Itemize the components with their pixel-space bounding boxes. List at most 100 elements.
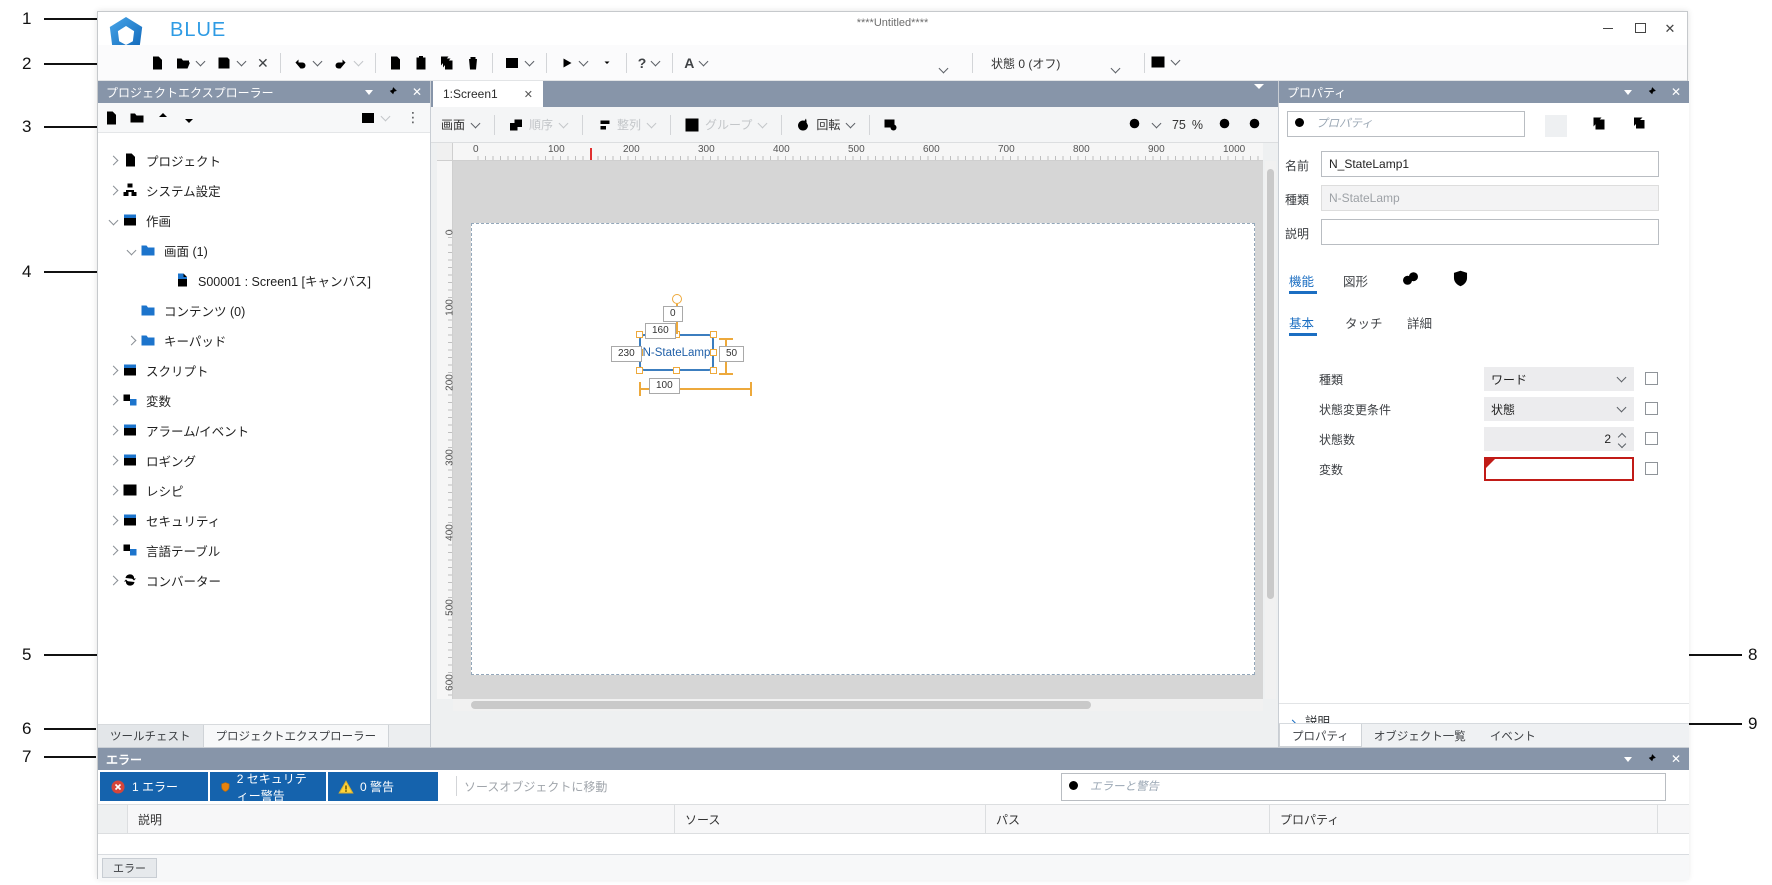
description-field[interactable] [1321, 219, 1659, 245]
run-button[interactable] [558, 55, 589, 71]
open-button[interactable] [175, 55, 206, 71]
pin-icon[interactable] [1645, 86, 1657, 98]
property-search[interactable] [1287, 111, 1525, 137]
language-combo[interactable] [938, 59, 949, 77]
detail-list-button[interactable] [1545, 115, 1567, 137]
resize-handle[interactable] [710, 349, 717, 356]
subtab-detail[interactable]: 詳細 [1407, 313, 1432, 332]
tree-item-system-settings[interactable]: システム設定 [98, 175, 430, 205]
tree-item-screen1[interactable]: S00001 : Screen1 [キャンバス] [98, 265, 430, 295]
tree-item-drawing[interactable]: 作画 [98, 205, 430, 235]
chevron-right-icon[interactable] [104, 155, 122, 165]
close-project-button[interactable]: ✕ [257, 56, 269, 70]
state-count-checkbox[interactable] [1645, 432, 1658, 445]
horizontal-scrollbar[interactable] [453, 699, 1263, 711]
pin-icon[interactable] [1645, 753, 1657, 765]
download-button[interactable] [599, 55, 615, 71]
panel-menu-icon[interactable] [364, 89, 373, 95]
resize-handle[interactable] [636, 367, 643, 374]
resize-handle[interactable] [710, 367, 717, 374]
maximize-button[interactable] [1629, 18, 1651, 38]
state-selector-dropdown[interactable] [1110, 59, 1121, 77]
column-property[interactable]: プロパティ [1270, 805, 1658, 833]
chevron-right-icon[interactable] [104, 425, 122, 435]
tab-project-explorer[interactable]: プロジェクトエクスプローラー [203, 725, 390, 747]
tab-shape[interactable]: 図形 [1343, 271, 1368, 290]
tree-item-variables[interactable]: 変数 [98, 385, 430, 415]
find-in-screen-button[interactable] [883, 117, 899, 133]
error-status-tab[interactable]: エラー [102, 858, 157, 878]
tree-item-security[interactable]: セキュリティ [98, 505, 430, 535]
chevron-down-icon[interactable] [1170, 55, 1181, 66]
copy-properties-button[interactable] [1591, 115, 1607, 131]
type-select[interactable]: ワード [1484, 367, 1634, 391]
error-search[interactable] [1061, 773, 1666, 801]
tab-link[interactable] [1401, 269, 1420, 288]
panel-menu-icon[interactable] [1623, 756, 1632, 762]
panel-close-icon[interactable]: ✕ [1671, 86, 1681, 98]
rotate-button[interactable]: 回転 [795, 116, 856, 133]
tree-item-alarm-event[interactable]: アラーム/イベント [98, 415, 430, 445]
chevron-down-icon[interactable] [195, 56, 206, 66]
save-button[interactable] [216, 55, 247, 71]
subtab-touch[interactable]: タッチ [1345, 313, 1383, 332]
state-change-select[interactable]: 状態 [1484, 397, 1634, 421]
tab-function[interactable]: 機能 [1289, 271, 1314, 290]
state-count-stepper[interactable]: 2 [1484, 427, 1634, 451]
tab-object-list[interactable]: オブジェクト一覧 [1362, 724, 1478, 747]
tab-properties[interactable]: プロパティ [1279, 724, 1362, 747]
tab-toolchest[interactable]: ツールチェスト [98, 725, 204, 747]
state-selector[interactable]: 状態 0 (オフ) [991, 55, 1060, 72]
delete-button[interactable] [465, 55, 481, 71]
tab-events[interactable]: イベント [1478, 724, 1548, 747]
stepper-arrows[interactable] [1617, 431, 1627, 449]
error-filter-button[interactable]: 1 エラー [100, 772, 208, 801]
minimize-button[interactable] [1597, 18, 1619, 38]
variable-checkbox[interactable] [1645, 462, 1658, 475]
subtab-basic[interactable]: 基本 [1289, 313, 1314, 332]
tab-overflow-icon[interactable] [1254, 84, 1264, 107]
tab-security[interactable] [1451, 269, 1470, 288]
close-button[interactable]: ✕ [1659, 18, 1681, 38]
chevron-right-icon[interactable] [104, 395, 122, 405]
cascade-button[interactable] [1631, 115, 1647, 131]
zoom-value[interactable]: 75 [1172, 118, 1186, 132]
chevron-right-icon[interactable] [104, 515, 122, 525]
column-path[interactable]: パス [986, 805, 1270, 833]
n-statelamp-object[interactable]: N-StateLamp 0 160 230 50 100 [611, 294, 752, 396]
table-view-button[interactable] [1150, 54, 1181, 70]
scrollbar-thumb[interactable] [471, 701, 1091, 709]
zoom-in-button[interactable] [1218, 117, 1234, 133]
tree-item-converter[interactable]: コンバーター [98, 565, 430, 595]
vertical-scrollbar[interactable] [1265, 161, 1276, 699]
name-field[interactable]: N_StateLamp1 [1321, 151, 1659, 177]
property-search-input[interactable] [1314, 117, 1524, 131]
pin-icon[interactable] [386, 86, 398, 98]
chevron-right-icon[interactable] [104, 455, 122, 465]
panel-menu-icon[interactable] [1623, 89, 1632, 95]
chevron-down-icon[interactable] [236, 56, 247, 66]
screen-page[interactable]: N-StateLamp 0 160 230 50 100 [471, 223, 1255, 675]
error-search-input[interactable] [1088, 780, 1665, 794]
tab-screen1[interactable]: 1:Screen1 ✕ [433, 81, 543, 107]
help-button[interactable]: ? [638, 56, 662, 70]
undo-button[interactable] [292, 55, 323, 71]
screen-menu-button[interactable]: 画面 [441, 116, 481, 133]
state-change-checkbox[interactable] [1645, 402, 1658, 415]
chevron-right-icon[interactable] [104, 575, 122, 585]
scrollbar-thumb[interactable] [1267, 169, 1274, 599]
tree-item-recipe[interactable]: レシピ [98, 475, 430, 505]
column-source[interactable]: ソース [675, 805, 986, 833]
chevron-down-icon[interactable] [698, 56, 709, 66]
tree-item-screens[interactable]: 画面 (1) [98, 235, 430, 265]
chevron-right-icon[interactable] [104, 545, 122, 555]
rotation-handle[interactable] [672, 294, 682, 304]
panel-close-icon[interactable]: ✕ [1671, 753, 1681, 765]
chevron-down-icon[interactable] [650, 56, 661, 66]
chevron-right-icon[interactable] [104, 365, 122, 375]
tab-close-icon[interactable]: ✕ [524, 88, 533, 101]
warning-filter-button[interactable]: 0 警告 [328, 772, 438, 801]
copy-button[interactable] [387, 55, 403, 71]
tree-item-keypad[interactable]: キーパッド [98, 325, 430, 355]
redo-button[interactable] [333, 55, 364, 71]
